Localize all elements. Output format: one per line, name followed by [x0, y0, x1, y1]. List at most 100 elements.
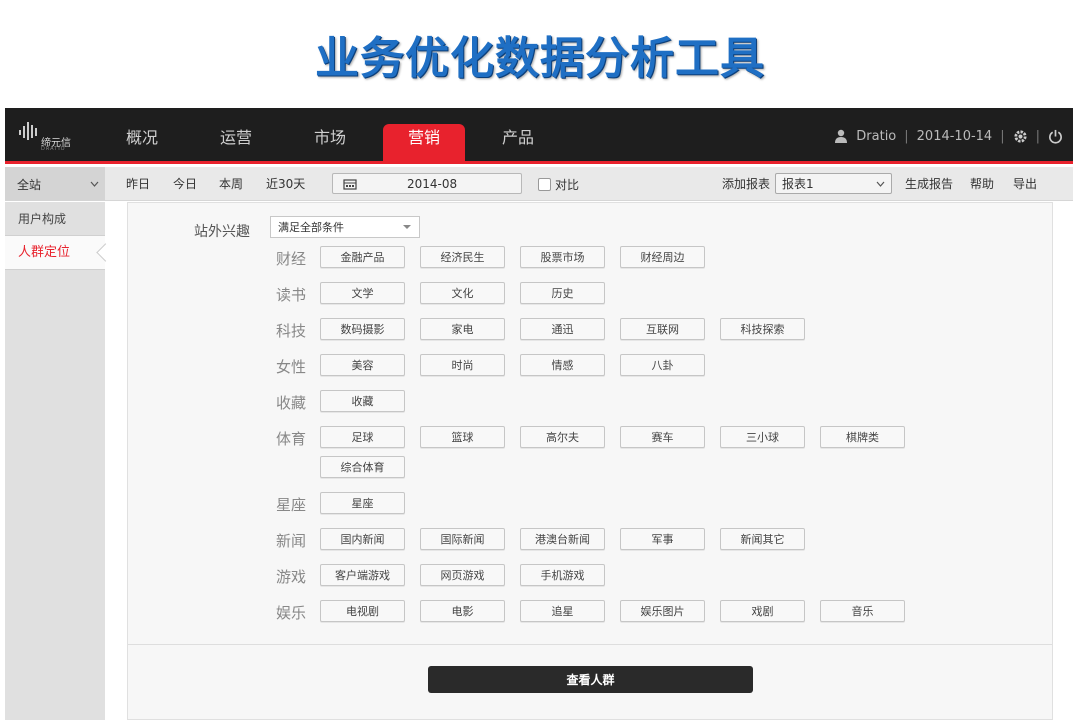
category-label: 科技: [276, 322, 307, 340]
interest-tag[interactable]: 情感: [520, 354, 605, 376]
category-label: 女性: [276, 358, 307, 376]
site-select[interactable]: 全站: [5, 167, 105, 201]
category-label: 收藏: [276, 394, 307, 412]
interest-tag[interactable]: 电视剧: [320, 600, 405, 622]
category-label: 新闻: [276, 532, 307, 550]
compare-toggle[interactable]: 对比: [538, 176, 579, 193]
interest-tag[interactable]: 电影: [420, 600, 505, 622]
caret-down-icon: [403, 225, 411, 229]
generate-report-link[interactable]: 生成报告: [905, 167, 953, 201]
compare-label: 对比: [555, 178, 580, 192]
interest-tag[interactable]: 股票市场: [520, 246, 605, 268]
interest-tag[interactable]: 金融产品: [320, 246, 405, 268]
sidebar-item[interactable]: 人群定位: [5, 236, 105, 270]
this-week-link[interactable]: 本周: [219, 167, 243, 201]
current-date: 2014-10-14: [916, 128, 993, 144]
date-picker[interactable]: 2014-08: [332, 173, 522, 194]
slide-title: 业务优化数据分析工具: [315, 33, 765, 84]
today-link[interactable]: 今日: [173, 167, 197, 201]
gear-icon[interactable]: [1013, 129, 1028, 144]
divider: [128, 644, 1052, 645]
interest-tag[interactable]: 赛车: [620, 426, 705, 448]
interest-tag[interactable]: 手机游戏: [520, 564, 605, 586]
logo[interactable]: 缔元信 DRATIO: [19, 120, 79, 154]
add-report-link[interactable]: 添加报表: [722, 167, 770, 201]
interest-tag[interactable]: 八卦: [620, 354, 705, 376]
interest-tag[interactable]: 综合体育: [320, 456, 405, 478]
user-icon: [835, 129, 848, 143]
nav-tab[interactable]: 营销: [377, 108, 471, 164]
interest-tag[interactable]: 收藏: [320, 390, 405, 412]
separator: |: [1035, 128, 1040, 144]
separator: |: [1000, 128, 1005, 144]
interest-tag[interactable]: 戏剧: [720, 600, 805, 622]
site-select-value: 全站: [17, 177, 42, 192]
interest-tag[interactable]: 新闻其它: [720, 528, 805, 550]
user-name[interactable]: Dratio: [856, 129, 896, 144]
interest-tag[interactable]: 财经周边: [620, 246, 705, 268]
interest-tag[interactable]: 星座: [320, 492, 405, 514]
interest-tag[interactable]: 追星: [520, 600, 605, 622]
category-label: 体育: [276, 430, 307, 448]
main-nav: 概况 运营 市场 营销 产品: [95, 108, 565, 164]
interest-tag[interactable]: 三小球: [720, 426, 805, 448]
help-link[interactable]: 帮助: [970, 167, 994, 201]
interest-tag[interactable]: 篮球: [420, 426, 505, 448]
interest-tag[interactable]: 国内新闻: [320, 528, 405, 550]
interest-tag[interactable]: 棋牌类: [820, 426, 905, 448]
interest-tag[interactable]: 互联网: [620, 318, 705, 340]
interest-tag[interactable]: 时尚: [420, 354, 505, 376]
interest-tag[interactable]: 国际新闻: [420, 528, 505, 550]
nav-tab-label: 概况: [125, 128, 158, 147]
report-select[interactable]: 报表1: [775, 173, 892, 194]
nav-tab-label: 营销: [407, 128, 440, 147]
nav-tab[interactable]: 运营: [189, 108, 283, 164]
interest-tag[interactable]: 足球: [320, 426, 405, 448]
interest-tag[interactable]: 文学: [320, 282, 405, 304]
chevron-down-icon: [876, 181, 885, 187]
nav-tab[interactable]: 市场: [283, 108, 377, 164]
interest-tag[interactable]: 美容: [320, 354, 405, 376]
interest-tag[interactable]: 科技探索: [720, 318, 805, 340]
category-label: 娱乐: [276, 604, 307, 622]
condition-select-value: 满足全部条件: [278, 221, 344, 234]
interest-tag[interactable]: 军事: [620, 528, 705, 550]
interest-tag[interactable]: 网页游戏: [420, 564, 505, 586]
toolbar: 全站 昨日 今日 本周 近30天 2014-08 对比 添加报表 报表1 生成报…: [5, 167, 1073, 201]
condition-select[interactable]: 满足全部条件: [270, 216, 420, 238]
interest-tag[interactable]: 数码摄影: [320, 318, 405, 340]
sidebar-item[interactable]: 用户构成: [5, 202, 105, 236]
nav-tab-label: 运营: [219, 128, 252, 147]
compare-checkbox[interactable]: [538, 178, 551, 191]
interest-tag[interactable]: 经济民生: [420, 246, 505, 268]
interest-tag[interactable]: 港澳台新闻: [520, 528, 605, 550]
logo-subtext: DRATIO: [41, 146, 66, 152]
interest-tag[interactable]: 高尔夫: [520, 426, 605, 448]
interest-tag[interactable]: 客户端游戏: [320, 564, 405, 586]
app-window: 缔元信 DRATIO 概况 运营 市场 营销 产品 Dratio | 2014-10-1…: [5, 108, 1073, 720]
category-label: 游戏: [276, 568, 307, 586]
chevron-down-icon: [90, 181, 99, 187]
nav-tab[interactable]: 产品: [471, 108, 565, 164]
sidebar: 用户构成 人群定位: [5, 202, 105, 720]
interest-tag[interactable]: 音乐: [820, 600, 905, 622]
interest-tag[interactable]: 通迅: [520, 318, 605, 340]
calendar-icon: [343, 178, 357, 190]
interest-tag[interactable]: 家电: [420, 318, 505, 340]
filter-label: 站外兴趣: [194, 224, 250, 240]
export-link[interactable]: 导出: [1013, 167, 1037, 201]
interest-tag[interactable]: 娱乐图片: [620, 600, 705, 622]
logo-bars-icon: [19, 122, 37, 140]
interest-tag[interactable]: 历史: [520, 282, 605, 304]
view-audience-button[interactable]: 查看人群: [428, 666, 753, 693]
nav-tab-label: 市场: [313, 128, 346, 147]
report-select-value: 报表1: [782, 177, 814, 191]
date-value: 2014-08: [407, 176, 458, 191]
category-label: 星座: [276, 496, 307, 514]
yesterday-link[interactable]: 昨日: [126, 167, 150, 201]
interest-tag[interactable]: 文化: [420, 282, 505, 304]
main-panel: 站外兴趣 满足全部条件 查看人群 财经 金融产品 经济民生 股票市场 财经周边 读书 文学文…: [127, 202, 1053, 720]
nav-tab[interactable]: 概况: [95, 108, 189, 164]
last-30-days-link[interactable]: 近30天: [266, 167, 305, 201]
power-icon[interactable]: [1048, 129, 1063, 144]
